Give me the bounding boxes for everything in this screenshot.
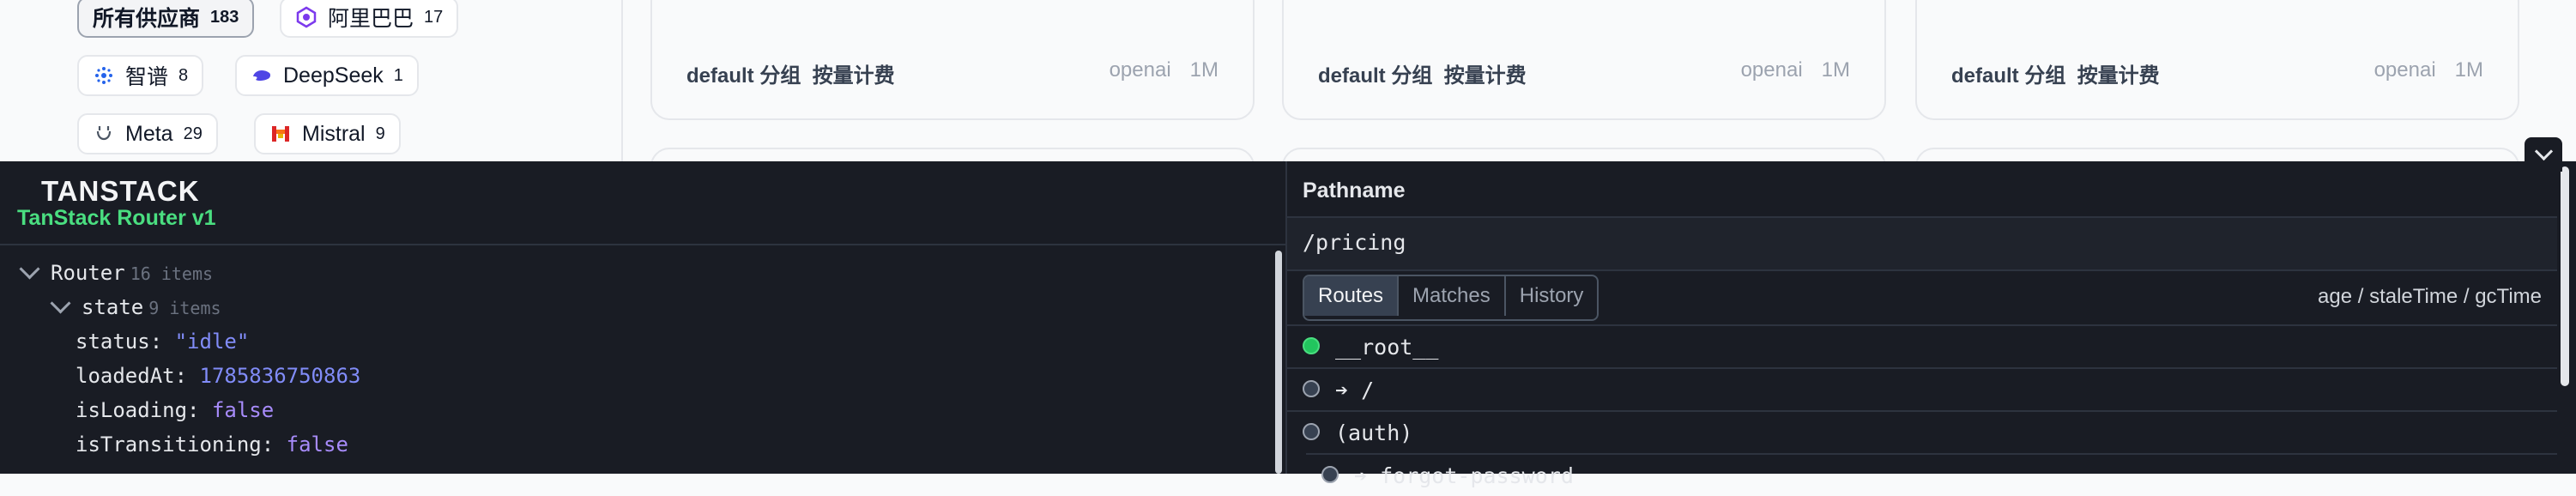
vendor-chip-mistral[interactable]: Mistral 9 [254, 113, 401, 154]
route-status-dot [1321, 466, 1339, 483]
deepseek-whale-icon [253, 70, 271, 82]
model-card[interactable] [650, 148, 1255, 161]
vendor-chip-zhipu[interactable]: 智谱 8 [77, 55, 204, 96]
route-row[interactable]: ➔ forgot-password [1306, 453, 2557, 496]
tab-routes[interactable]: Routes [1304, 276, 1398, 316]
tree-entry-isTransitioning: isTransitioning: false [76, 432, 348, 457]
card-provider: openai 1M [1109, 58, 1218, 82]
vendor-filter-panel: 所有供应商 183 阿里巴巴 17 智谱 8 DeepSeek 1 Meta 2… [0, 0, 623, 161]
vendor-chip-label: 所有供应商 [93, 7, 201, 31]
route-label: ➔ / [1335, 378, 1375, 402]
age-stale-gc-header: age / staleTime / gcTime [2318, 285, 2542, 308]
vendor-chip-count: 183 [210, 7, 239, 27]
meta-llama-icon [96, 126, 112, 141]
state-scrollbar[interactable] [1275, 251, 1282, 474]
zhipu-icon [95, 67, 112, 84]
devtools-collapse-button[interactable] [2525, 137, 2562, 172]
pathname-value: /pricing [1303, 230, 1406, 255]
vendor-chip-count: 29 [183, 124, 203, 143]
tab-matches[interactable]: Matches [1397, 276, 1504, 316]
tree-entry-isLoading: isLoading: false [76, 398, 275, 422]
route-label: __root__ [1335, 335, 1439, 360]
model-card[interactable]: default 分组 按量计费 openai 1M [1282, 0, 1886, 120]
mistral-icon [272, 126, 289, 142]
card-provider: openai 1M [2373, 58, 2483, 82]
devtools-product-name: TanStack Router v1 [17, 206, 216, 230]
alibaba-qwen-icon [296, 6, 317, 28]
routes-scrollbar[interactable] [2561, 166, 2569, 386]
chevron-down-icon [2534, 142, 2553, 160]
tree-entry-status: status: "idle" [76, 330, 250, 354]
vendor-chip-deepseek[interactable]: DeepSeek 1 [235, 55, 419, 96]
vendor-chip-label: 阿里巴巴 [328, 7, 414, 31]
vendor-chip-label: 智谱 [125, 65, 169, 89]
card-group: default 分组 按量计费 [686, 64, 895, 88]
tanstack-logo[interactable]: TANSTACK [41, 175, 200, 208]
model-card[interactable]: default 分组 按量计费 openai 1M [1915, 0, 2519, 120]
model-card[interactable] [1282, 148, 1886, 161]
card-group: default 分组 按量计费 [1318, 64, 1527, 88]
vendor-chip-label: Meta [125, 121, 173, 146]
vendor-chip-count: 9 [375, 124, 385, 143]
route-row[interactable]: (auth) [1287, 410, 2557, 453]
devtools-routes-pane: Pathname /pricing Routes Matches History… [1287, 161, 2576, 488]
tree-entry-loadedAt: loadedAt: 1785836750863 [76, 364, 361, 388]
tab-history[interactable]: History [1503, 276, 1598, 316]
route-row[interactable]: __root__ [1287, 324, 2557, 367]
pathname-row: /pricing [1287, 216, 2557, 271]
vendor-chip-count: 1 [393, 65, 403, 85]
vendor-chip-meta[interactable]: Meta 29 [77, 113, 218, 154]
devtools-header: TANSTACK TanStack Router v1 [0, 161, 1285, 245]
vendor-chip-count: 17 [424, 7, 444, 27]
card-group: default 分组 按量计费 [1951, 64, 2160, 88]
vendor-chip-count: 8 [178, 65, 189, 85]
route-status-dot [1303, 423, 1320, 440]
pathname-label: Pathname [1303, 178, 1406, 203]
devtools-tabs: Routes Matches History [1303, 275, 1599, 321]
router-devtools-panel: TANSTACK TanStack Router v1 Router 16 ite… [0, 161, 2576, 488]
tree-node-router[interactable]: Router 16 items [19, 258, 213, 285]
vendor-chip-all[interactable]: 所有供应商 183 [77, 0, 255, 38]
vendor-chip-label: DeepSeek [283, 63, 384, 88]
route-status-dot [1303, 337, 1320, 354]
model-card[interactable]: default 分组 按量计费 openai 1M [650, 0, 1255, 120]
card-provider: openai 1M [1740, 58, 1850, 82]
devtools-state-pane: TANSTACK TanStack Router v1 Router 16 ite… [0, 161, 1287, 474]
route-status-dot [1303, 380, 1320, 397]
vendor-chip-label: Mistral [302, 121, 366, 146]
model-card[interactable] [1915, 148, 2519, 161]
route-label: ➔ forgot-password [1354, 463, 1574, 488]
route-label: (auth) [1335, 420, 1413, 445]
vendor-chip-alibaba[interactable]: 阿里巴巴 17 [280, 0, 459, 38]
tree-node-state[interactable]: state 9 items [50, 293, 221, 319]
chevron-down-icon[interactable] [50, 293, 71, 314]
chevron-down-icon[interactable] [19, 258, 40, 280]
pricing-page: 所有供应商 183 阿里巴巴 17 智谱 8 DeepSeek 1 Meta 2… [0, 0, 2576, 161]
route-row[interactable]: ➔ / [1287, 367, 2557, 410]
